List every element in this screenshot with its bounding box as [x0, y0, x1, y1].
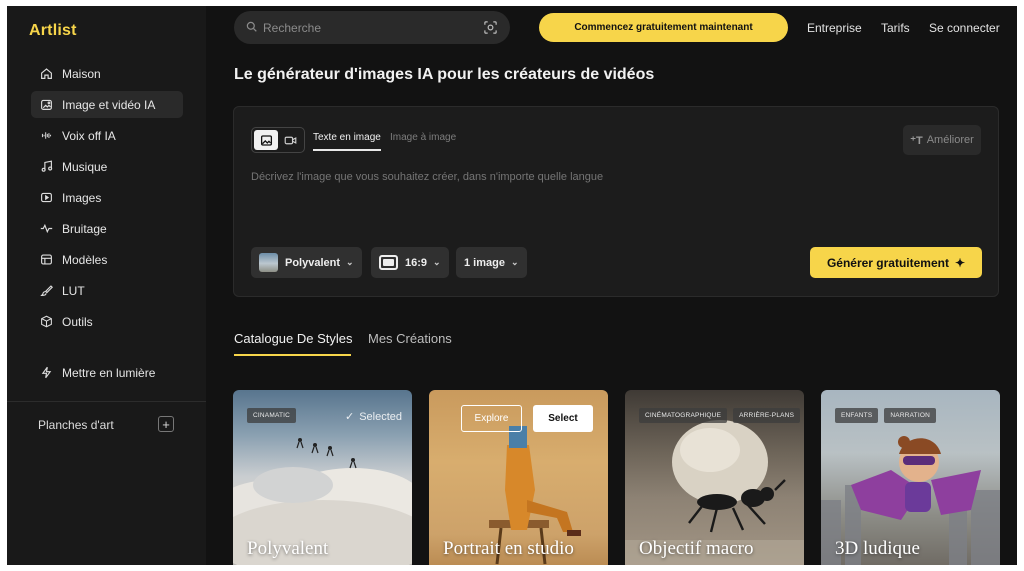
card-title: Polyvalent	[247, 538, 329, 559]
chevron-down-icon: ⌄	[510, 257, 519, 267]
sidebar-item-maison[interactable]: Maison	[31, 60, 183, 87]
tag: ARRIÈRE-PLANS	[733, 408, 801, 423]
video-mode-button[interactable]	[278, 130, 302, 150]
cube-icon	[39, 315, 53, 329]
style-card-3d-ludique[interactable]: ENFANTS NARRATION 3D ludique	[821, 390, 1000, 565]
image-count-dropdown[interactable]: 1 image ⌄	[456, 247, 527, 278]
waveform-icon	[39, 129, 53, 143]
sidebar-item-lut[interactable]: LUT	[31, 277, 183, 304]
style-thumbnail	[259, 253, 278, 272]
aspect-ratio-label: 16:9	[405, 256, 428, 269]
tag-list: CINAMATIC	[247, 408, 297, 423]
app-window: Artlist Maison Image et vidéo IA Voix of…	[7, 6, 1017, 565]
search-input[interactable]	[263, 20, 463, 35]
tab-image-a-image[interactable]: Image à image	[390, 132, 456, 143]
pulse-icon	[39, 222, 53, 236]
sidebar-item-label: Outils	[62, 314, 93, 329]
sidebar-item-voix-off[interactable]: Voix off IA	[31, 122, 183, 149]
sidebar-item-label: LUT	[62, 283, 85, 298]
sidebar-item-label: Mettre en lumière	[62, 365, 156, 380]
card-title: Portrait en studio	[443, 538, 574, 559]
music-note-icon	[39, 160, 53, 174]
tag: ENFANTS	[835, 408, 879, 423]
image-mode-button[interactable]	[254, 130, 278, 150]
tag: NARRATION	[884, 408, 936, 423]
sidebar-item-label: Images	[62, 190, 102, 205]
tag: CINÉMATOGRAPHIQUE	[639, 408, 728, 423]
sidebar-item-outils[interactable]: Outils	[31, 308, 183, 335]
generate-button[interactable]: Générer gratuitement ✦	[810, 247, 982, 278]
selected-badge: ✓ Selected	[344, 410, 402, 424]
active-tab-indicator	[313, 149, 381, 151]
artlist-logo[interactable]: Artlist	[29, 22, 77, 40]
sidebar-item-images[interactable]: Images	[31, 184, 183, 211]
enhance-button[interactable]: ⁺T Améliorer	[903, 125, 981, 155]
select-button[interactable]: Select	[533, 405, 593, 432]
generate-label: Générer gratuitement	[826, 255, 949, 270]
sidebar: Artlist Maison Image et vidéo IA Voix of…	[7, 6, 206, 565]
sidebar-item-label: Voix off IA	[62, 128, 116, 143]
brush-icon	[39, 284, 53, 298]
enhance-text-icon: ⁺T	[910, 134, 923, 147]
style-dropdown-label: Polyvalent	[285, 256, 341, 269]
style-dropdown[interactable]: Polyvalent ⌄	[251, 247, 362, 278]
style-card-objectif-macro[interactable]: CINÉMATOGRAPHIQUE ARRIÈRE-PLANS Objectif…	[625, 390, 804, 565]
sidebar-divider	[7, 401, 206, 402]
image-ai-icon	[39, 98, 53, 112]
sidebar-item-bruitage[interactable]: Bruitage	[31, 215, 183, 242]
nav-link-se-connecter[interactable]: Se connecter	[929, 21, 1000, 35]
sidebar-item-label: Musique	[62, 159, 108, 174]
template-icon	[39, 253, 53, 267]
play-box-icon	[39, 191, 53, 205]
page-title: Le générateur d'images IA pour les créat…	[234, 66, 655, 83]
tab-texte-en-image[interactable]: Texte en image	[313, 132, 381, 143]
style-card-polyvalent[interactable]: CINAMATIC ✓ Selected Polyvalent	[233, 390, 412, 565]
nav-link-tarifs[interactable]: Tarifs	[881, 21, 910, 35]
lightning-icon	[39, 366, 53, 380]
sidebar-item-musique[interactable]: Musique	[31, 153, 183, 180]
sidebar-item-label: Maison	[62, 66, 101, 81]
home-icon	[39, 67, 53, 81]
search-bar[interactable]	[234, 11, 510, 44]
sidebar-item-label: Modèles	[62, 252, 108, 267]
chevron-down-icon: ⌄	[433, 257, 441, 267]
sidebar-item-label: Image et vidéo IA	[62, 97, 156, 112]
chevron-down-icon: ⌄	[346, 257, 354, 267]
search-icon	[246, 19, 257, 37]
tag: CINAMATIC	[247, 408, 297, 423]
image-count-label: 1 image	[464, 256, 505, 269]
checkmark-icon: ✓	[344, 411, 355, 423]
image-search-icon[interactable]	[483, 20, 498, 35]
sidebar-item-mettre-en-lumiere[interactable]: Mettre en lumière	[31, 359, 183, 386]
active-section-indicator	[234, 354, 351, 356]
card-title: Objectif macro	[639, 538, 754, 559]
media-mode-toggle	[251, 127, 305, 153]
tag-list: ENFANTS NARRATION	[835, 408, 936, 423]
enhance-label: Améliorer	[926, 134, 974, 146]
add-board-button[interactable]: +	[158, 416, 174, 432]
prompt-panel: Texte en image Image à image ⁺T Améliore…	[233, 106, 999, 297]
art-boards-label: Planches d'art	[38, 418, 114, 432]
tab-catalogue-de-styles[interactable]: Catalogue De Styles	[234, 331, 353, 346]
card-title: 3D ludique	[835, 538, 920, 559]
video-camera-icon	[284, 136, 296, 144]
sidebar-item-image-video-ia[interactable]: Image et vidéo IA	[31, 91, 183, 118]
prompt-input[interactable]	[251, 171, 951, 183]
style-card-portrait-studio[interactable]: Explore Select Portrait en studio	[429, 390, 608, 565]
sidebar-item-modeles[interactable]: Modèles	[31, 246, 183, 273]
aspect-ratio-dropdown[interactable]: 16:9 ⌄	[371, 247, 449, 278]
tag-list: CINÉMATOGRAPHIQUE ARRIÈRE-PLANS	[639, 408, 801, 423]
nav-link-entreprise[interactable]: Entreprise	[807, 21, 862, 35]
tab-mes-creations[interactable]: Mes Créations	[368, 331, 452, 346]
sidebar-item-label: Bruitage	[62, 221, 107, 236]
aspect-ratio-icon	[379, 255, 398, 270]
start-free-button[interactable]: Commencez gratuitement maintenant	[539, 13, 788, 42]
explore-button[interactable]: Explore	[461, 405, 522, 432]
image-icon	[260, 134, 272, 146]
sparkle-icon: ✦	[954, 255, 966, 270]
